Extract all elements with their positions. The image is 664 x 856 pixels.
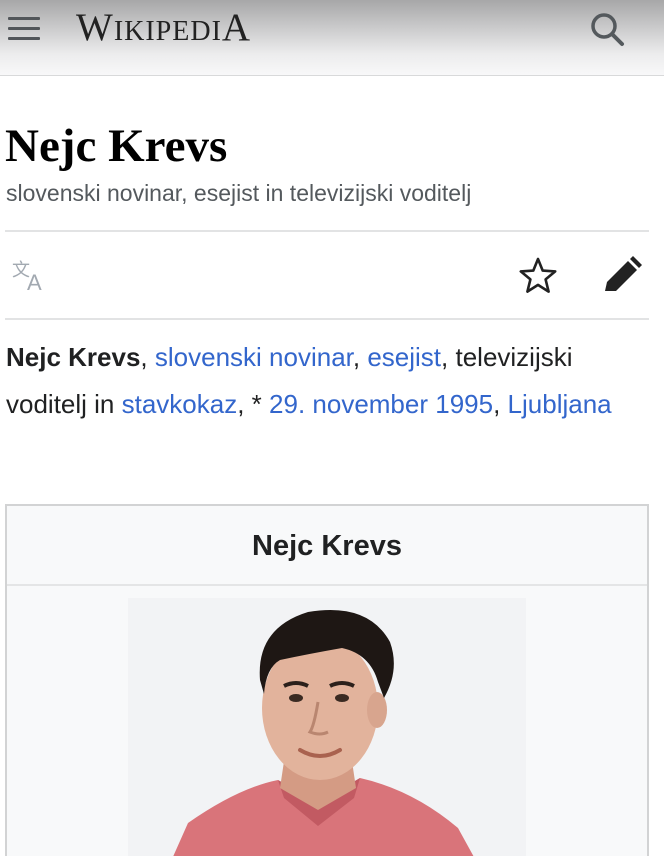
svg-text:A: A xyxy=(27,270,42,294)
title-divider xyxy=(5,230,649,232)
search-icon[interactable] xyxy=(588,10,628,50)
link-stavkokaz[interactable]: stavkokaz xyxy=(122,389,238,419)
infobox-divider xyxy=(7,584,647,586)
portrait-photo[interactable] xyxy=(128,598,526,856)
actions-divider xyxy=(5,318,649,320)
subject-name: Nejc Krevs xyxy=(6,342,141,372)
infobox-title: Nejc Krevs xyxy=(252,530,402,562)
link-esejist[interactable]: esejist xyxy=(367,342,441,372)
link-ljubljana[interactable]: Ljubljana xyxy=(508,389,612,419)
infobox: Nejc Krevs xyxy=(5,504,649,856)
pencil-icon[interactable] xyxy=(600,256,642,296)
text-separator: , xyxy=(352,342,368,372)
text-separator: , xyxy=(140,342,155,372)
language-icon[interactable]: 文 A xyxy=(12,258,52,295)
link-birth-date[interactable]: 29. november 1995 xyxy=(269,389,493,419)
star-icon[interactable] xyxy=(518,256,558,296)
hamburger-menu-icon[interactable] xyxy=(6,13,42,43)
lead-paragraph: Nejc Krevs, slovenski novinar, esejist , … xyxy=(6,334,656,428)
text-separator: , xyxy=(493,389,508,419)
page-subtitle: slovenski novinar, esejist in televizijs… xyxy=(6,180,472,206)
page-title: Nejc Krevs xyxy=(5,120,228,172)
highlight-mark: stavkokaz xyxy=(122,381,238,428)
wikipedia-wordmark[interactable]: WIKIPEDIA xyxy=(76,6,251,50)
top-bar: WIKIPEDIA xyxy=(0,0,664,76)
lead-text-birth: , * xyxy=(237,389,270,419)
link-slovenski-novinar[interactable]: slovenski novinar xyxy=(155,342,353,372)
